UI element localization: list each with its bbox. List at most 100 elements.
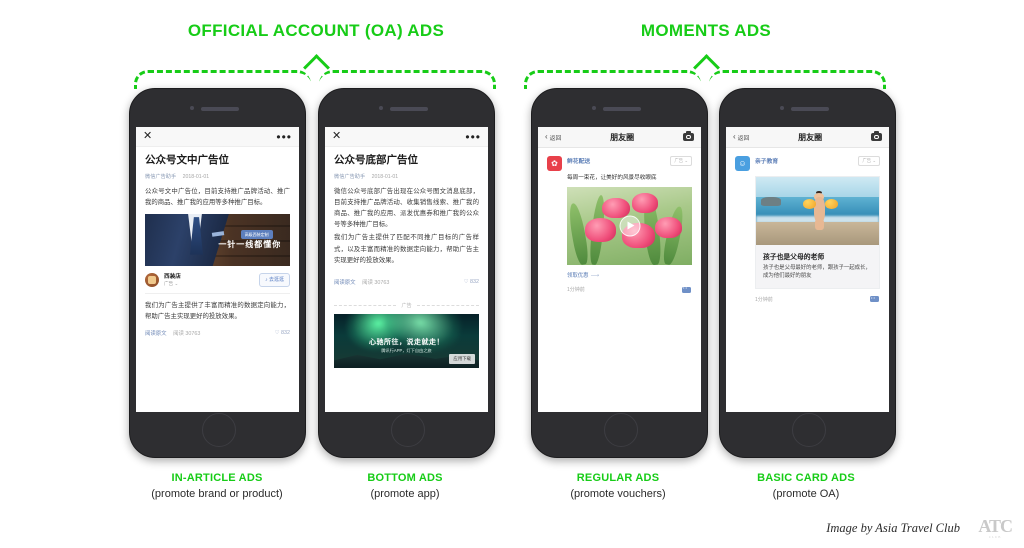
phone-screen: ‹ 返回 朋友圈 ✿ 鲜花配送 广告 ⌄ 每周一束花，让美好的风景尽收眼底 领取… — [538, 127, 701, 412]
read-count: 阅读 30763 — [362, 280, 390, 287]
suit-jacket-shape — [145, 214, 229, 267]
ad-label-badge[interactable]: 广告 ⌄ — [670, 156, 692, 166]
advertiser-name: 西装店 — [164, 274, 181, 281]
phone-screen: ✕ ••• 公众号底部广告位 微信广告助手 2018-01-01 微信公众号底部… — [325, 127, 488, 412]
app-download-button[interactable]: 应用下载 — [449, 354, 475, 365]
moments-title: 朋友圈 — [610, 132, 635, 142]
caption-regular-ads: REGULAR ADS (promote vouchers) — [513, 472, 723, 502]
article-author: 微信广告助手 — [334, 173, 366, 180]
moments-title: 朋友圈 — [798, 132, 823, 142]
front-camera-icon — [378, 106, 383, 110]
plank-line — [214, 254, 290, 257]
chevron-left-icon: ‹ — [545, 132, 548, 141]
bracket-right-arm — [319, 70, 496, 89]
camera-icon[interactable] — [871, 131, 882, 141]
phone-mockup-in-article: ✕ ••• 公众号文中广告位 微信广告助手 2018-01-01 公众号文中广告… — [129, 88, 306, 458]
advertiser-avatar[interactable]: ✿ — [547, 156, 562, 171]
article-title: 公众号底部广告位 — [334, 154, 418, 166]
post-actions-icon[interactable] — [682, 285, 691, 293]
more-options-icon[interactable]: ••• — [276, 131, 292, 143]
advertiser-row[interactable]: 西装店 广告 ⌄ ♪ 去逛逛 — [145, 272, 290, 295]
article-body: 公众号文中广告位 微信广告助手 2018-01-01 公众号文中广告位，目前支持… — [136, 147, 299, 322]
article-paragraph: 微信公众号底部广告出现在公众号图文消息底部，目前支持推广品牌活动、收集销售线索、… — [334, 186, 479, 231]
moments-topbar: ‹ 返回 朋友圈 — [538, 127, 701, 148]
basic-card-ad[interactable]: 孩子也是父母的老师 孩子也是父母最好的老师，跟孩子一起成长，成为他们最好的朋友 — [755, 176, 880, 289]
article-topbar: ✕ ••• — [136, 127, 299, 147]
advertiser-avatar — [145, 272, 159, 287]
ad-divider: 广告 — [325, 302, 488, 309]
voucher-link-label: 领取优惠 — [567, 273, 589, 280]
post-actions-icon[interactable] — [870, 295, 879, 303]
earpiece-speaker — [389, 107, 428, 111]
infographic-canvas: OFFICIAL ACCOUNT (OA) ADS MOMENTS ADS ✕ … — [0, 0, 1024, 548]
atc-logo: ATC CLUB — [978, 516, 1013, 539]
advertiser-ad-label: 广告 ⌄ — [164, 281, 179, 287]
advertiser-avatar[interactable]: ☺ — [735, 156, 750, 171]
home-button[interactable] — [390, 413, 425, 447]
article-body: 公众号底部广告位 微信广告助手 2018-01-01 微信公众号底部广告出现在公… — [325, 147, 488, 266]
chevron-left-icon: ‹ — [733, 132, 736, 141]
earpiece-speaker — [200, 107, 239, 111]
post-header: ✿ 鲜花配送 广告 ⌄ — [547, 156, 692, 171]
phone-screen: ‹ 返回 朋友圈 ☺ 亲子教育 广告 ⌄ 孩子也是父母的老师 孩子也是父母最好的… — [726, 127, 889, 412]
atc-logo-mark: ATC — [978, 516, 1013, 536]
back-label: 返回 — [549, 135, 562, 142]
ad-creative-slogan: 一针一线都懂你 — [218, 240, 282, 249]
plank-line — [214, 225, 290, 228]
arm-float-left — [802, 199, 817, 209]
earpiece-speaker — [602, 107, 641, 111]
article-paragraph-2-text: 我们为广告主提供了匹配不同推广目标的广告样式，以及丰富而精准的数据定向能力，帮助… — [334, 234, 479, 264]
article-topbar: ✕ ••• — [325, 127, 488, 147]
caption-in-article: IN-ARTICLE ADS (promote brand or product… — [112, 472, 322, 502]
tulip-bloom — [584, 218, 616, 242]
like-count[interactable]: ♡ 832 — [464, 279, 479, 285]
play-button-icon[interactable] — [619, 215, 640, 237]
article-paragraph-text: 公众号文中广告位，目前支持推广品牌活动、推广我的商品、推广我的应用等多种推广目标… — [145, 187, 290, 206]
home-button[interactable] — [201, 413, 236, 447]
post-timestamp: 1分钟前 — [755, 296, 773, 303]
home-button[interactable] — [603, 413, 638, 447]
read-original-link[interactable]: 阅读原文 阅读 30763 — [145, 329, 200, 337]
in-article-ad-creative[interactable]: 高级西装定制 一针一线都懂你 — [145, 214, 290, 267]
caption-subtitle: (promote app) — [370, 488, 440, 500]
post-header-text: 亲子教育 — [755, 156, 855, 165]
like-count[interactable]: ♡ 832 — [275, 330, 290, 336]
article-footer: 阅读原文 阅读 30763 ♡ 832 — [325, 266, 488, 293]
caption-subtitle: (promote vouchers) — [570, 488, 666, 500]
close-icon[interactable]: ✕ — [332, 131, 341, 142]
read-original-label: 阅读原文 — [145, 331, 167, 338]
divider-line-right — [416, 304, 480, 307]
post-video-thumbnail[interactable] — [567, 187, 692, 266]
arrow-right-icon: ⟶ — [590, 272, 600, 279]
card-image — [756, 177, 879, 245]
bottom-app-ad-banner[interactable]: 心驰所往，说走就走！ 腾讯行APP，灯下自由之旅 应用下载 — [334, 314, 479, 369]
group-title-moments: MOMENTS ADS — [640, 21, 772, 40]
article-title: 公众号文中广告位 — [145, 154, 229, 166]
bracket-left-arm — [524, 70, 701, 89]
article-date: 2018-01-01 — [371, 173, 399, 180]
more-options-icon[interactable]: ••• — [465, 131, 481, 143]
phone-mockup-bottom-ad: ✕ ••• 公众号底部广告位 微信广告助手 2018-01-01 微信公众号底部… — [318, 88, 495, 458]
ad-divider-label: 广告 — [401, 303, 412, 310]
post-header: ☺ 亲子教育 广告 ⌄ — [735, 156, 880, 171]
advertiser-name[interactable]: 鲜花配送 — [567, 156, 667, 165]
ad-label-badge[interactable]: 广告 ⌄ — [858, 156, 880, 166]
bracket-moments — [524, 54, 886, 89]
front-camera-icon — [779, 106, 784, 110]
read-original-link[interactable]: 阅读原文 阅读 30763 — [334, 278, 389, 286]
read-count: 阅读 30763 — [173, 331, 201, 338]
close-icon[interactable]: ✕ — [143, 131, 152, 142]
advertiser-names: 西装店 广告 ⌄ — [164, 272, 259, 287]
advertiser-name[interactable]: 亲子教育 — [755, 156, 855, 165]
voucher-link[interactable]: 领取优惠 ⟶ — [567, 271, 692, 280]
advertiser-cta-button[interactable]: ♪ 去逛逛 — [259, 272, 290, 287]
back-button[interactable]: ‹ 返回 — [545, 133, 561, 142]
back-button[interactable]: ‹ 返回 — [733, 133, 749, 142]
earpiece-speaker — [790, 107, 829, 111]
post-footer: 1分钟前 — [567, 285, 692, 293]
moments-topbar: ‹ 返回 朋友圈 — [726, 127, 889, 148]
phone-screen: ✕ ••• 公众号文中广告位 微信广告助手 2018-01-01 公众号文中广告… — [136, 127, 299, 412]
home-button[interactable] — [791, 413, 826, 447]
tulip-bloom — [654, 216, 682, 238]
camera-icon[interactable] — [683, 131, 694, 141]
